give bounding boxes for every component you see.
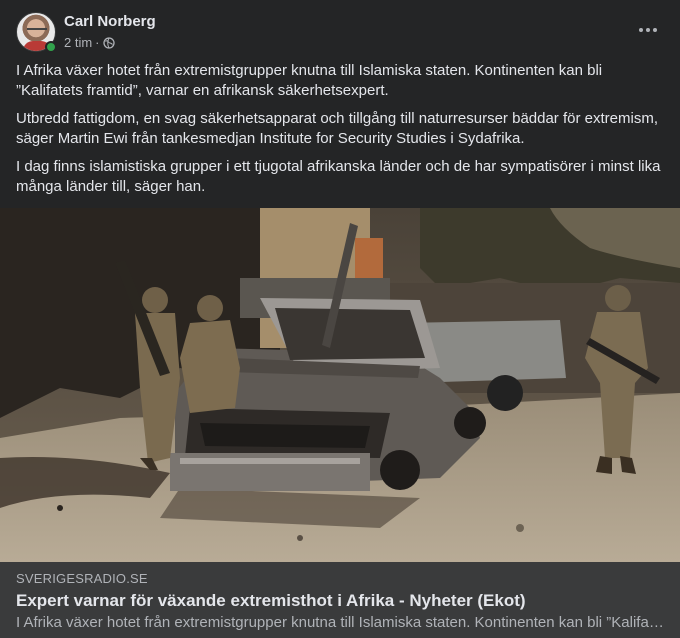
dot-icon [639,28,643,32]
post-paragraph: I dag finns islamistiska grupper i ett t… [16,158,661,195]
link-preview-image[interactable] [0,208,680,562]
meta-separator: · [95,35,100,50]
link-title[interactable]: Expert varnar för växande extremisthot i… [16,591,526,611]
post-paragraph: Utbredd fattigdom, en svag säkerhetsappa… [16,110,658,147]
soldiers-burned-truck-photo [0,208,680,562]
author-name[interactable]: Carl Norberg [64,13,156,30]
post-paragraph: I Afrika växer hotet från extremistgrupp… [16,62,603,99]
post-text: I Afrika växer hotet från extremistgrupp… [16,61,664,205]
post-card: Carl Norberg 2 tim · I Afrika växer hote… [0,0,680,638]
globe-icon[interactable] [102,36,115,49]
post-meta: 2 tim · [64,35,115,50]
post-time[interactable]: 2 tim [64,35,92,50]
post-header: Carl Norberg 2 tim · [16,12,664,54]
link-domain: SVERIGESRADIO.SE [16,571,148,586]
dot-icon [646,28,650,32]
online-status-dot [45,41,57,53]
dot-icon [653,28,657,32]
link-description: I Afrika växer hotet från extremistgrupp… [16,614,664,631]
more-options-button[interactable] [632,18,664,42]
link-preview[interactable]: SVERIGESRADIO.SE Expert varnar för växan… [0,562,680,638]
